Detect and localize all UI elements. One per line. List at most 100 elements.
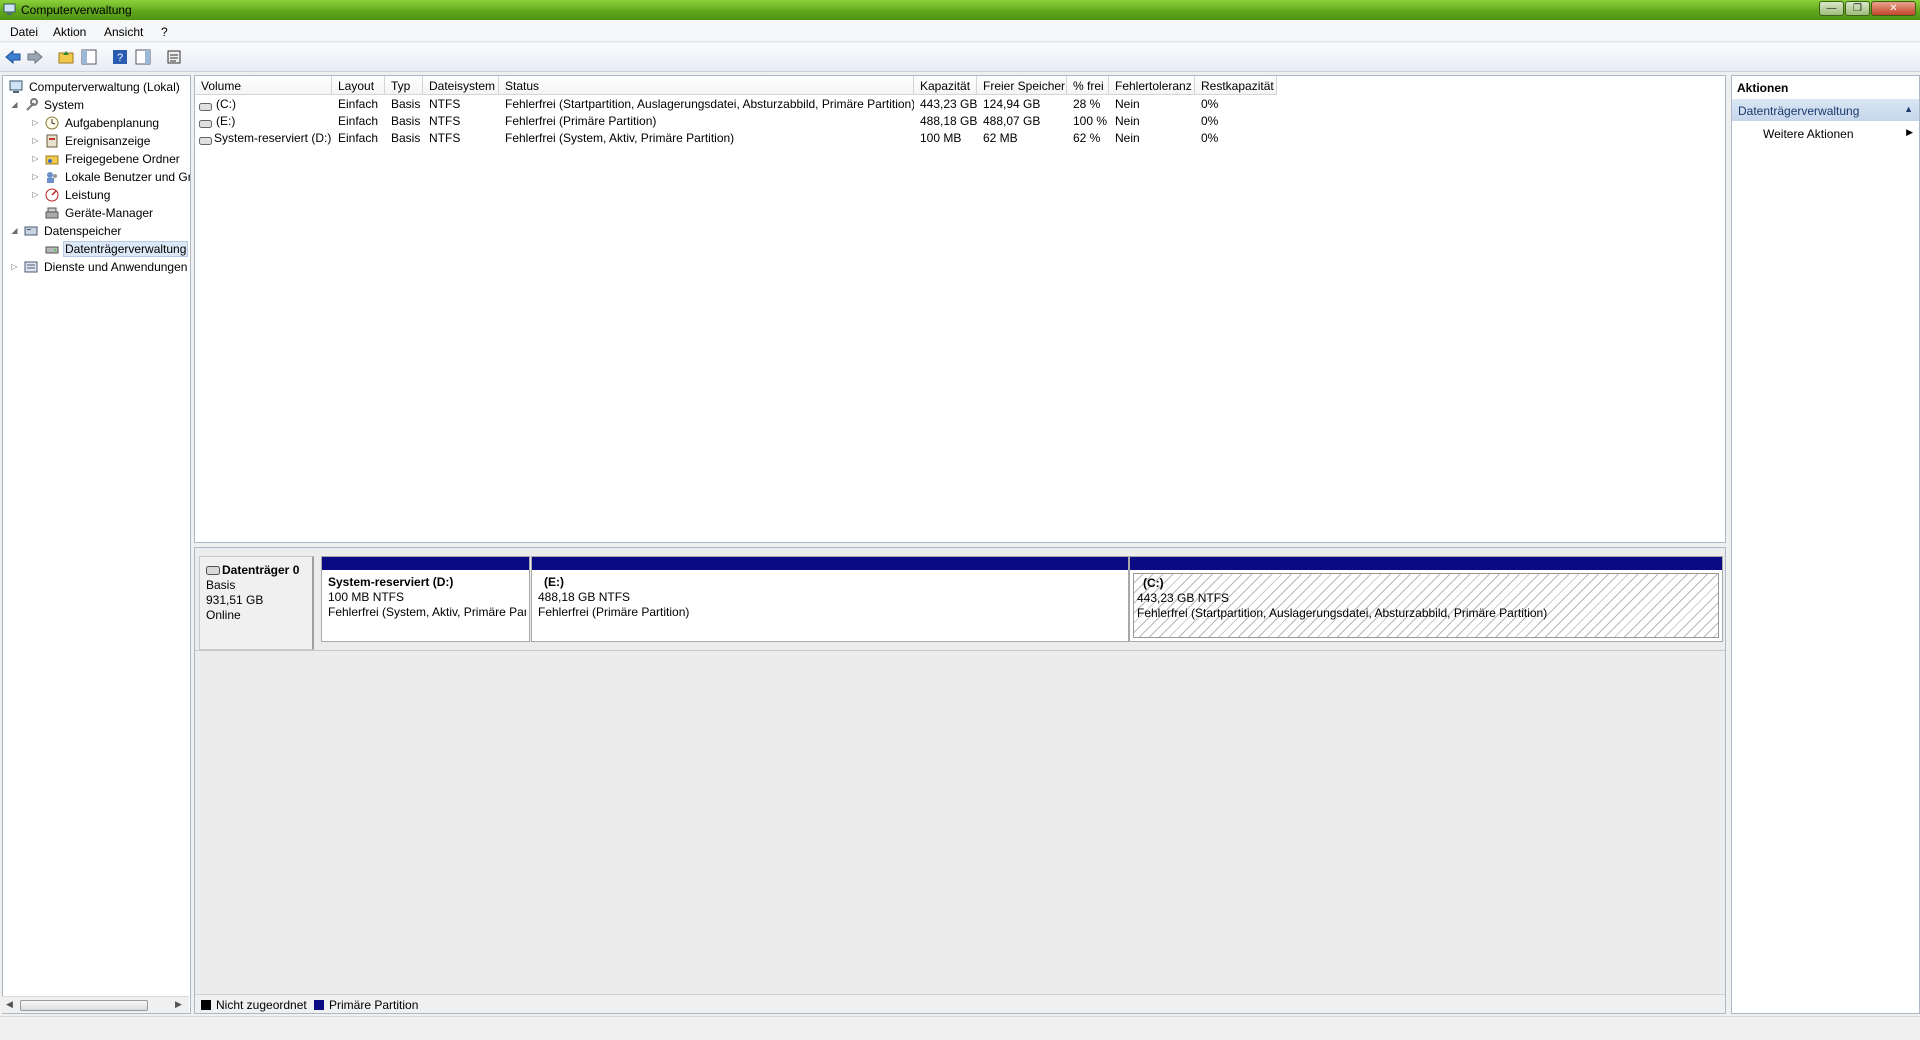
up-folder-icon bbox=[58, 51, 74, 64]
show-hide-tree-icon bbox=[81, 49, 97, 65]
submenu-arrow-icon: ▶ bbox=[1906, 127, 1913, 137]
computer-management-icon bbox=[3, 3, 16, 15]
scrollbar-thumb[interactable] bbox=[20, 1000, 148, 1011]
cell-layout: Einfach bbox=[338, 114, 379, 128]
title-bar: Computerverwaltung — ❐ ✕ bbox=[0, 0, 1920, 20]
expand-arrow-icon[interactable]: ▷ bbox=[30, 190, 41, 199]
disk-size: 931,51 GB bbox=[206, 593, 264, 607]
partition-name: (C:) bbox=[1143, 576, 1164, 590]
collapse-arrow-icon[interactable]: ◢ bbox=[9, 226, 20, 235]
tree-item-datenspeicher[interactable]: ◢ Datenspeicher bbox=[9, 222, 123, 239]
cell-restkapazitaet: 0% bbox=[1201, 131, 1219, 145]
legend-swatch-primary bbox=[314, 1000, 324, 1010]
disk-drive-icon bbox=[206, 566, 220, 575]
menu-datei[interactable]: Datei bbox=[10, 25, 38, 39]
device-manager-icon bbox=[44, 205, 60, 221]
menu-help[interactable]: ? bbox=[161, 25, 168, 39]
column-header-layout[interactable]: Layout bbox=[332, 76, 385, 95]
tools-icon bbox=[23, 97, 39, 113]
partition-size: 100 MB NTFS bbox=[328, 590, 405, 604]
tree-horizontal-scrollbar[interactable]: ◀ ▶ bbox=[2, 996, 189, 1013]
cell-restkapazitaet: 0% bbox=[1201, 114, 1219, 128]
tree-item-freigegebene-ordner[interactable]: ▷ Freigegebene Ordner bbox=[30, 150, 182, 167]
partition-c[interactable]: (C:) 443,23 GB NTFS Fehlerfrei (Startpar… bbox=[1129, 556, 1723, 642]
back-button[interactable] bbox=[4, 48, 22, 66]
computer-management-icon bbox=[8, 79, 24, 95]
tree-item-datentraegerverwaltung[interactable]: Datenträgerverwaltung bbox=[30, 240, 189, 257]
expand-arrow-icon[interactable]: ▷ bbox=[9, 262, 20, 271]
up-button[interactable] bbox=[57, 48, 75, 66]
tree-item-leistung[interactable]: ▷ Leistung bbox=[30, 186, 112, 203]
tree-item-system[interactable]: ◢ System bbox=[9, 96, 86, 113]
clock-icon bbox=[44, 115, 60, 131]
cell-status: Fehlerfrei (System, Aktiv, Primäre Parti… bbox=[505, 131, 735, 145]
show-hide-tree-button[interactable] bbox=[80, 48, 98, 66]
scroll-right-icon[interactable]: ▶ bbox=[175, 999, 182, 1010]
forward-button[interactable] bbox=[26, 48, 44, 66]
window-title: Computerverwaltung bbox=[21, 3, 132, 17]
column-header-fehlertoleranz[interactable]: Fehlertoleranz bbox=[1109, 76, 1195, 95]
disk-management-icon bbox=[44, 241, 60, 257]
collapse-up-icon[interactable]: ▲ bbox=[1904, 104, 1913, 114]
partition-status: Fehlerfrei (System, Aktiv, Primäre Parti… bbox=[328, 605, 526, 619]
help-icon: ? bbox=[113, 50, 127, 64]
disk-state: Online bbox=[206, 608, 241, 622]
menu-ansicht[interactable]: Ansicht bbox=[104, 25, 143, 39]
tree-item-dienste-anwendungen[interactable]: ▷ Dienste und Anwendungen bbox=[9, 258, 189, 275]
cell-dateisystem: NTFS bbox=[429, 131, 461, 145]
column-header-prozent-frei[interactable]: % frei bbox=[1067, 76, 1109, 95]
cell-typ: Basis bbox=[391, 131, 421, 145]
cell-typ: Basis bbox=[391, 97, 421, 111]
partition-e[interactable]: (E:) 488,18 GB NTFS Fehlerfrei (Primäre … bbox=[531, 556, 1129, 642]
tree-item-aufgabenplanung[interactable]: ▷ Aufgabenplanung bbox=[30, 114, 161, 131]
properties-button[interactable] bbox=[165, 48, 183, 66]
cell-fehlertoleranz: Nein bbox=[1115, 114, 1140, 128]
disk-0-label[interactable]: Datenträger 0 Basis 931,51 GB Online bbox=[199, 556, 314, 650]
show-hide-action-pane-button[interactable] bbox=[134, 48, 152, 66]
tree-item-geraete-manager[interactable]: Geräte-Manager bbox=[30, 204, 155, 221]
cell-fehlertoleranz: Nein bbox=[1115, 131, 1140, 145]
column-header-status[interactable]: Status bbox=[499, 76, 914, 95]
tree-item-computerverwaltung[interactable]: Computerverwaltung (Lokal) bbox=[5, 78, 182, 95]
maximize-button[interactable]: ❐ bbox=[1845, 1, 1870, 16]
legend-swatch-unallocated bbox=[201, 1000, 211, 1010]
expand-arrow-icon[interactable]: ▷ bbox=[30, 154, 41, 163]
legend-label-primary: Primäre Partition bbox=[329, 998, 419, 1012]
cell-typ: Basis bbox=[391, 114, 421, 128]
tree-item-lokale-benutzer[interactable]: ▷ Lokale Benutzer und Gr bbox=[30, 168, 190, 185]
column-header-dateisystem[interactable]: Dateisystem bbox=[423, 76, 499, 95]
partition-name: System-reserviert (D:) bbox=[328, 575, 454, 589]
partition-system-reserviert[interactable]: System-reserviert (D:) 100 MB NTFS Fehle… bbox=[321, 556, 530, 642]
column-header-restkapazitaet[interactable]: Restkapazität bbox=[1195, 76, 1277, 95]
divider bbox=[195, 650, 1725, 651]
status-bar bbox=[0, 1016, 1920, 1040]
cell-volume: (C:) bbox=[216, 97, 236, 111]
expand-arrow-icon[interactable]: ▷ bbox=[30, 172, 41, 181]
expand-arrow-icon[interactable]: ▷ bbox=[30, 118, 41, 127]
actions-section-datentraegerverwaltung[interactable]: Datenträgerverwaltung ▲ bbox=[1732, 99, 1919, 121]
cell-volume: (E:) bbox=[216, 114, 236, 128]
legend-label-unallocated: Nicht zugeordnet bbox=[216, 998, 307, 1012]
help-button[interactable]: ? bbox=[111, 48, 129, 66]
collapse-arrow-icon[interactable]: ◢ bbox=[9, 100, 20, 109]
menu-aktion[interactable]: Aktion bbox=[53, 25, 86, 39]
weitere-aktionen-item[interactable]: Weitere Aktionen bbox=[1763, 127, 1854, 141]
event-viewer-icon bbox=[44, 133, 60, 149]
close-button[interactable]: ✕ bbox=[1871, 1, 1916, 16]
cell-freier-speicher: 488,07 GB bbox=[983, 114, 1041, 128]
tree-item-ereignisanzeige[interactable]: ▷ Ereignisanzeige bbox=[30, 132, 152, 149]
cell-layout: Einfach bbox=[338, 97, 379, 111]
cell-dateisystem: NTFS bbox=[429, 114, 461, 128]
column-header-kapazitaet[interactable]: Kapazität bbox=[914, 76, 977, 95]
column-header-freier-speicher[interactable]: Freier Speicher bbox=[977, 76, 1067, 95]
actions-pane: Aktionen Datenträgerverwaltung ▲ Weitere… bbox=[1731, 75, 1920, 1014]
cell-status: Fehlerfrei (Primäre Partition) bbox=[505, 114, 657, 128]
expand-arrow-icon[interactable]: ▷ bbox=[30, 136, 41, 145]
minimize-button[interactable]: — bbox=[1819, 1, 1844, 16]
cell-kapazitaet: 100 MB bbox=[920, 131, 962, 145]
svg-text:?: ? bbox=[117, 52, 123, 64]
scroll-left-icon[interactable]: ◀ bbox=[6, 999, 13, 1010]
column-header-volume[interactable]: Volume bbox=[195, 76, 332, 95]
column-header-typ[interactable]: Typ bbox=[385, 76, 423, 95]
partition-size: 488,18 GB NTFS bbox=[538, 590, 631, 604]
